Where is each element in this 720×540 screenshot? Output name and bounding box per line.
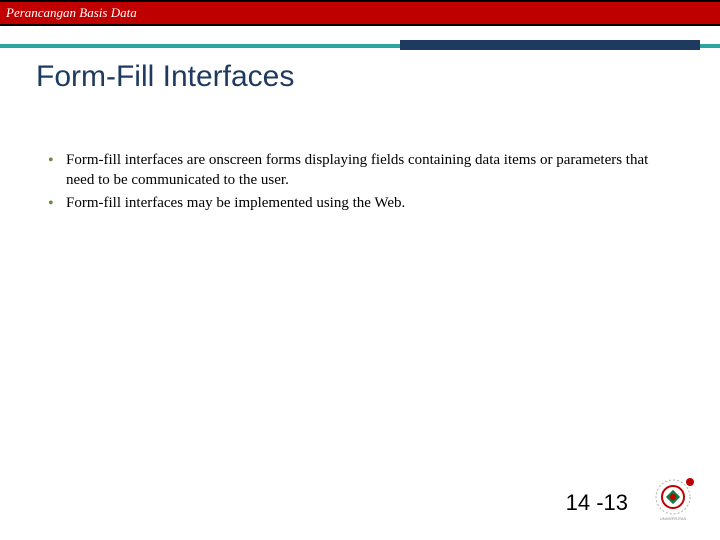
svg-text:UNIVERSITAS: UNIVERSITAS: [660, 516, 687, 521]
list-item: Form-fill interfaces may be implemented …: [44, 193, 676, 213]
logo-icon: UNIVERSITAS: [644, 468, 702, 526]
accent-navy-bar: [400, 40, 700, 50]
header-band: Perancangan Basis Data: [0, 0, 720, 26]
page-number: 14 -13: [566, 490, 628, 516]
course-title: Perancangan Basis Data: [6, 5, 137, 21]
list-item: Form-fill interfaces are onscreen forms …: [44, 150, 676, 191]
bullet-list: Form-fill interfaces are onscreen forms …: [44, 150, 676, 213]
accent-line: [0, 40, 720, 52]
slide-title: Form-Fill Interfaces: [36, 60, 294, 94]
slide-content: Form-fill interfaces are onscreen forms …: [44, 150, 676, 215]
university-logo: UNIVERSITAS: [644, 468, 702, 526]
